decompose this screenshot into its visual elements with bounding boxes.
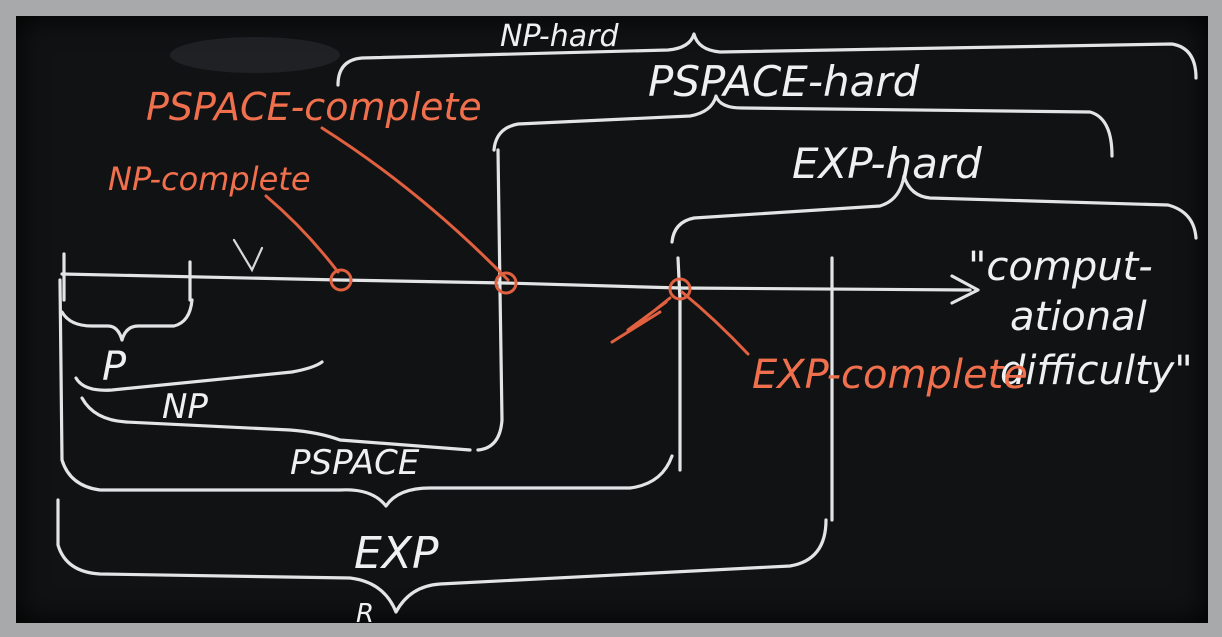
r-brace: [56, 498, 828, 614]
axis-label-line1: "comput-: [968, 244, 1153, 290]
pspace-complete-pointer: [320, 126, 510, 282]
np-label: NP: [162, 387, 208, 427]
p-label: P: [102, 344, 127, 390]
exp-complete-label: EXP-complete: [752, 352, 1028, 398]
boundary-pspace: [476, 148, 504, 452]
complexity-diagram: NP-hard PSPACE-hard EXP-hard "comput- at…: [56, 19, 1198, 629]
eraser-smudge: [170, 37, 340, 73]
np-complete-pointer: [264, 194, 340, 274]
pspace-label: PSPACE: [290, 443, 420, 483]
boundary-exp: [676, 256, 682, 472]
exp-label: EXP: [354, 528, 439, 579]
p-brace: [60, 298, 194, 342]
small-arrow-mark: [232, 238, 264, 273]
np-hard-label: NP-hard: [500, 19, 619, 54]
np-complete-label: NP-complete: [108, 160, 311, 198]
pspace-complete-label: PSPACE-complete: [146, 85, 482, 129]
exp-hard-label: EXP-hard: [792, 139, 982, 188]
axis-label-line2: ational: [1010, 294, 1147, 340]
exp-complete-shading: [610, 296, 672, 344]
r-label: R: [356, 599, 374, 629]
exp-complete-pointer: [680, 290, 750, 356]
axis-label-line3: difficulty": [1000, 348, 1193, 394]
pspace-hard-label: PSPACE-hard: [648, 57, 920, 106]
